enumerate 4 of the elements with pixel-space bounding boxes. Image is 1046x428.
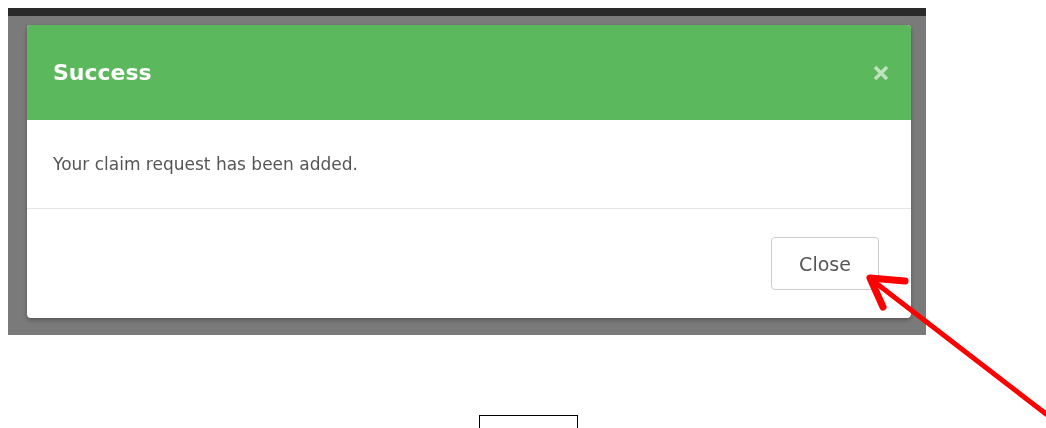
close-button[interactable]: Close [771, 237, 879, 290]
close-icon[interactable] [873, 64, 889, 81]
dialog-title: Success [53, 60, 152, 85]
dialog-message: Your claim request has been added. [53, 154, 359, 174]
